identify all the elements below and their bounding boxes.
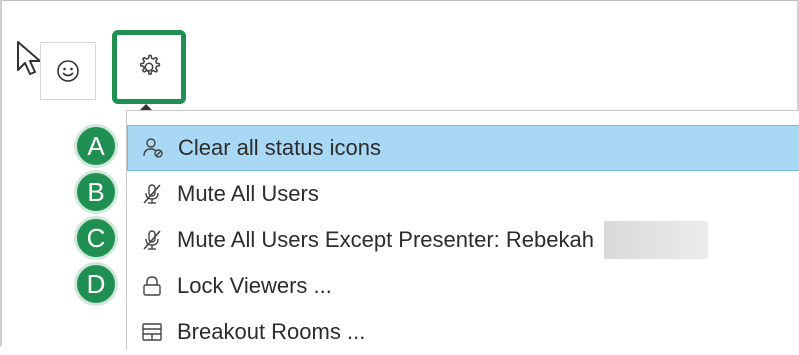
window-left-border — [0, 0, 2, 346]
settings-button[interactable] — [112, 30, 186, 104]
settings-dropdown-menu: Clear all status icons Mute All Users Mu — [126, 110, 799, 350]
mic-off-icon — [139, 227, 165, 253]
gear-icon — [139, 54, 161, 75]
breakout-rooms-icon — [139, 319, 165, 345]
menu-item-clear-status[interactable]: Clear all status icons — [127, 125, 799, 171]
menu-item-label: Clear all status icons — [178, 135, 381, 160]
user-clear-icon — [140, 135, 166, 161]
menu-item-label: Mute All Users — [177, 181, 319, 206]
menu-item-mute-except-presenter[interactable]: Mute All Users Except Presenter: Rebekah — [127, 217, 799, 263]
window-top-border — [0, 0, 799, 6]
callout-badge-c: C — [74, 216, 118, 260]
smiley-icon — [57, 60, 79, 82]
callout-badge-b: B — [74, 170, 118, 214]
menu-item-breakout-rooms[interactable]: Breakout Rooms ... — [127, 309, 799, 355]
mic-off-icon — [139, 181, 165, 207]
redacted-name-block — [603, 221, 708, 259]
menu-item-label: Mute All Users Except Presenter: Rebekah — [177, 227, 594, 252]
menu-item-label: Lock Viewers ... — [177, 273, 332, 298]
menu-item-mute-all[interactable]: Mute All Users — [127, 171, 799, 217]
lock-icon — [139, 273, 165, 299]
menu-item-label: Breakout Rooms ... — [177, 319, 366, 344]
callout-badge-a: A — [74, 124, 118, 168]
menu-item-lock-viewers[interactable]: Lock Viewers ... — [127, 263, 799, 309]
callout-badge-d: D — [74, 262, 118, 306]
status-emoji-button[interactable] — [40, 42, 96, 100]
